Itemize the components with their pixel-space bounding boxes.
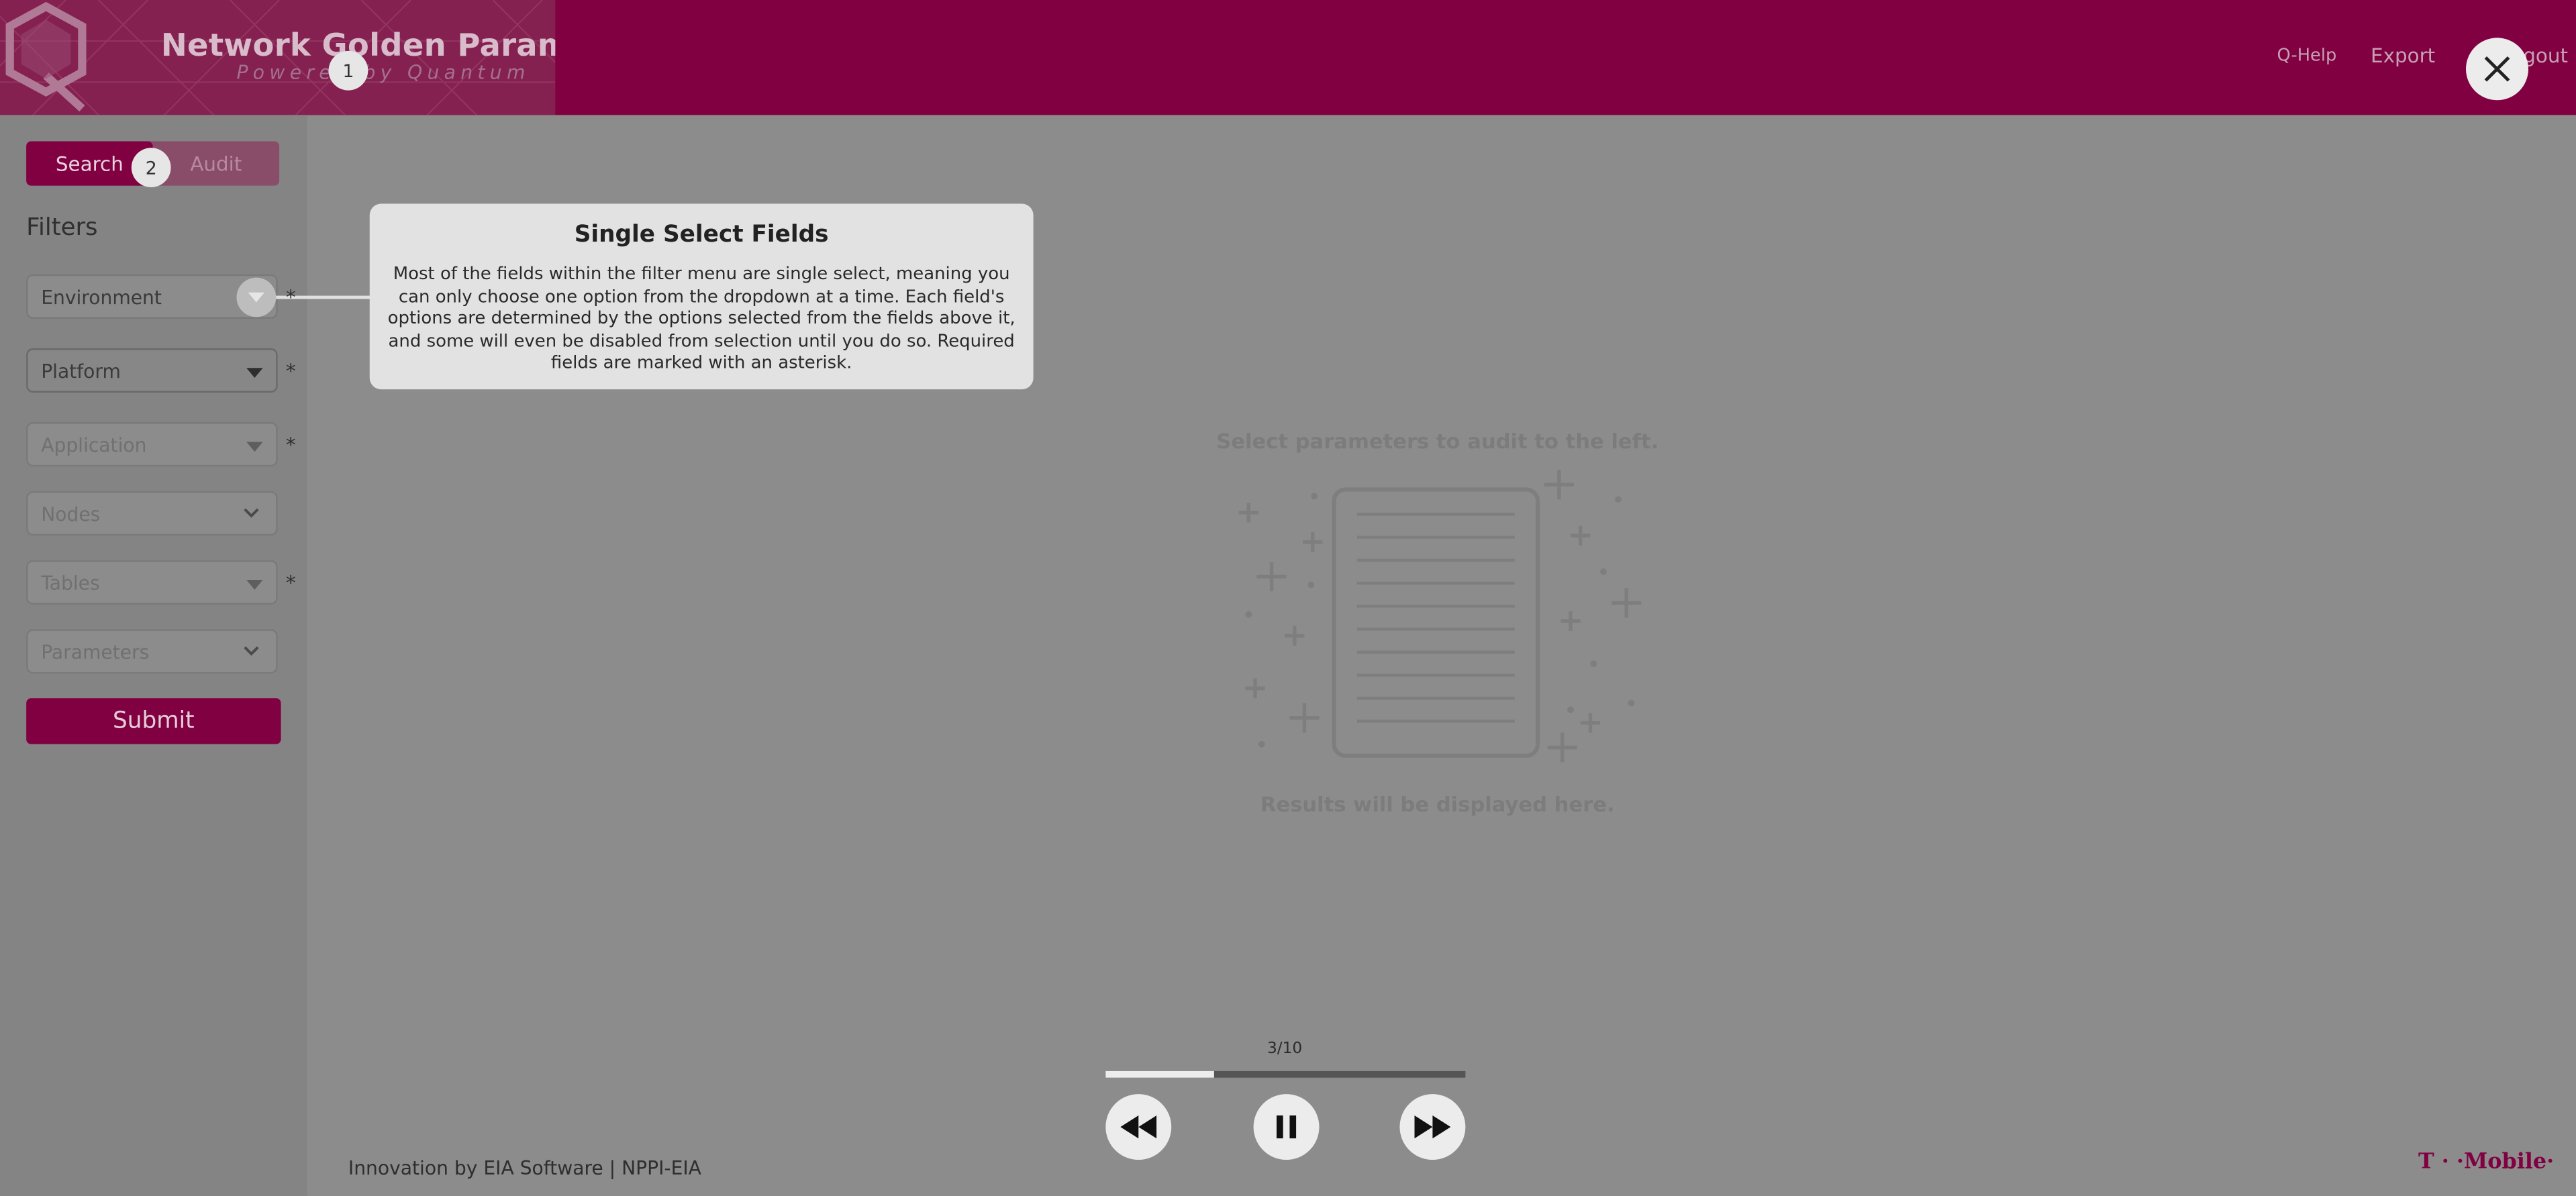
submit-button[interactable]: Submit	[26, 698, 281, 744]
parameters-label: Parameters	[41, 640, 150, 664]
tooltip-title: Single Select Fields	[574, 221, 829, 248]
platform-label: Platform	[41, 360, 121, 383]
nodes-label: Nodes	[41, 502, 101, 526]
footer-credit: Innovation by EIA Software | NPPI-EIA	[348, 1156, 701, 1180]
tour-step-marker-1[interactable]: 1	[328, 50, 368, 91]
placeholder-results: Results will be displayed here.	[1260, 791, 1615, 817]
tour-tooltip: Single Select Fields Most of the fields …	[369, 203, 1034, 390]
rewind-icon	[1120, 1115, 1157, 1139]
t-mobile-logo: T · ·Mobile·	[2418, 1150, 2555, 1175]
export-link[interactable]: Export	[2371, 44, 2435, 67]
top-header: Network Golden Parameter Powered by Quan…	[0, 0, 2576, 115]
caret-down-icon	[248, 292, 265, 303]
tour-progress-bar	[1105, 1070, 1466, 1078]
filters-title: Filters	[26, 215, 98, 242]
pause-button[interactable]	[1253, 1094, 1320, 1160]
parameters-select[interactable]: Parameters	[26, 629, 278, 674]
environment-label: Environment	[41, 285, 162, 309]
placeholder-instruction: Select parameters to audit to the left.	[1216, 428, 1659, 454]
required-marker: *	[285, 571, 296, 595]
tables-label: Tables	[41, 571, 100, 595]
application-select[interactable]: Application	[26, 422, 278, 467]
required-marker: *	[285, 285, 296, 309]
pause-icon	[1276, 1115, 1297, 1139]
caret-down-icon	[246, 368, 263, 378]
quantum-logo-icon	[5, 1, 87, 112]
rewind-button[interactable]	[1105, 1094, 1172, 1160]
fast-forward-icon	[1414, 1115, 1451, 1139]
tour-step-marker-2[interactable]: 2	[131, 148, 171, 188]
tour-step-counter: 3/10	[1267, 1040, 1303, 1058]
required-marker: *	[285, 434, 296, 457]
document-list-icon	[1238, 470, 1642, 762]
caret-down-icon	[246, 580, 263, 590]
tables-select[interactable]: Tables	[26, 560, 278, 605]
brand-panel: Network Golden Parameter Powered by Quan…	[0, 0, 556, 115]
fast-forward-button[interactable]	[1399, 1094, 1466, 1160]
nodes-select[interactable]: Nodes	[26, 491, 278, 536]
tab-audit[interactable]: Audit	[153, 142, 279, 186]
environment-dropdown-toggle[interactable]	[236, 277, 277, 317]
page: Network Golden Parameter Powered by Quan…	[0, 0, 2576, 1196]
application-label: Application	[41, 434, 147, 457]
platform-select[interactable]: Platform	[26, 348, 278, 393]
close-icon	[2484, 56, 2510, 82]
app-subtitle: Powered by Quantum	[236, 60, 530, 84]
chevron-down-icon	[244, 508, 259, 518]
required-marker: *	[285, 360, 296, 383]
tooltip-body: Most of the fields within the filter men…	[387, 264, 1015, 373]
close-tour-button[interactable]	[2465, 38, 2529, 101]
caret-down-icon	[246, 442, 263, 452]
tour-progress-fill	[1105, 1070, 1214, 1078]
chevron-down-icon	[244, 646, 259, 656]
help-link[interactable]: Q-Help	[2277, 46, 2337, 66]
